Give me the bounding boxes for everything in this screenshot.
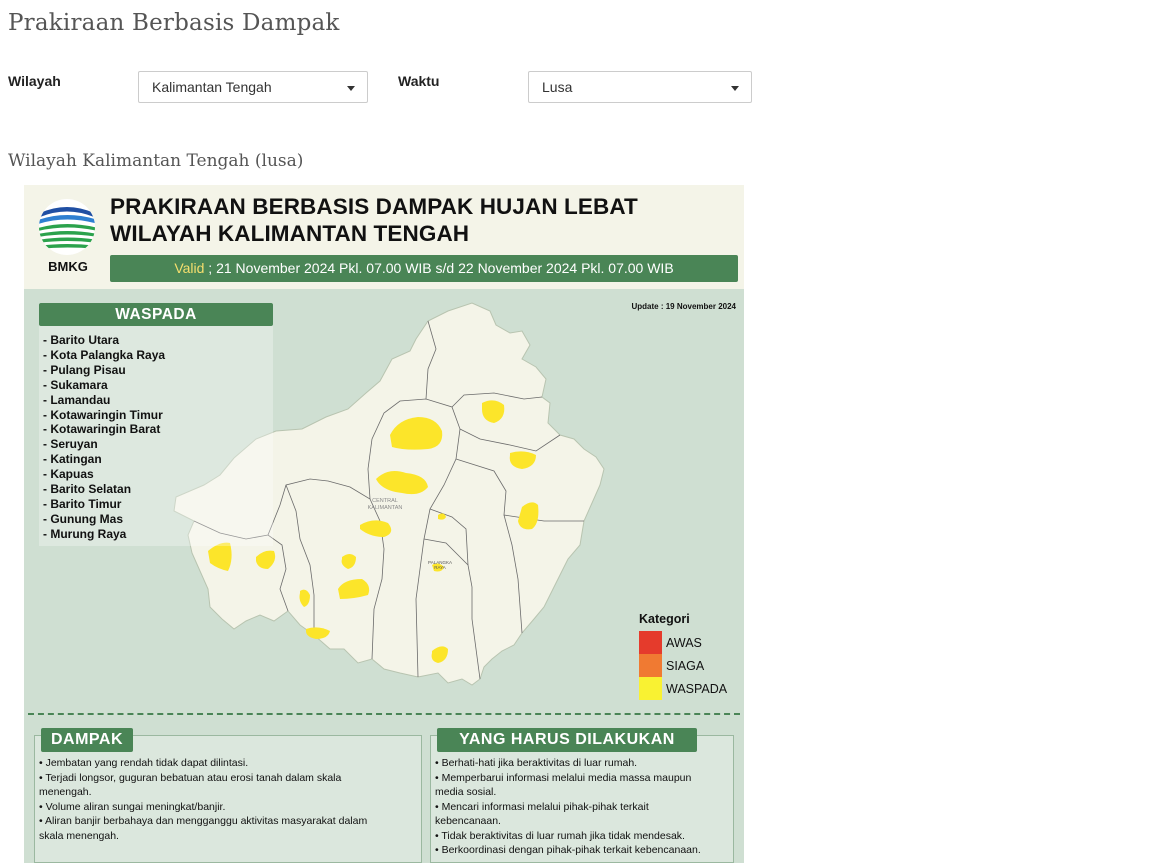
tindakan-panel: YANG HARUS DILAKUKAN • Berhati-hati jika… (430, 728, 734, 863)
waspada-region-list: - Barito Utara - Kota Palangka Raya - Pu… (43, 333, 165, 542)
list-item: • Terjadi longsor, guguran bebatuan atau… (39, 771, 342, 784)
list-item: - Kotawaringin Timur (43, 407, 163, 422)
bmkg-logo: BMKG (38, 199, 98, 275)
list-item: • Jembatan yang rendah tidak dapat dilin… (39, 757, 249, 769)
list-item: - Gunung Mas (43, 511, 123, 526)
bmkg-emblem-icon (39, 199, 95, 255)
legend-title: Kategori (639, 612, 690, 626)
list-item: - Kapuas (43, 467, 94, 482)
list-item: - Kota Palangka Raya (43, 347, 166, 362)
infographic-title: PRAKIRAAN BERBASIS DAMPAK HUJAN LEBAT WI… (110, 193, 638, 247)
map-label-province-1: CENTRAL (372, 498, 398, 504)
infographic-header: BMKG PRAKIRAAN BERBASIS DAMPAK HUJAN LEB… (24, 185, 744, 289)
waspada-panel: WASPADA - Barito Utara - Kota Palangka R… (39, 303, 273, 546)
title-line-1: PRAKIRAAN BERBASIS DAMPAK HUJAN LEBAT (110, 194, 638, 219)
impact-forecast-infographic: BMKG PRAKIRAAN BERBASIS DAMPAK HUJAN LEB… (24, 185, 744, 863)
tindakan-heading: YANG HARUS DILAKUKAN (437, 728, 697, 752)
time-select[interactable]: Lusa (528, 71, 752, 103)
section-divider (28, 713, 740, 715)
time-label: Waktu (398, 73, 440, 89)
list-item: • Tidak beraktivitas di luar rumah jika … (435, 829, 685, 842)
legend-label: SIAGA (666, 658, 705, 673)
list-item: - Barito Utara (43, 333, 120, 347)
list-item: • Berhati-hati jika beraktivitas di luar… (435, 757, 638, 769)
list-item: - Seruyan (43, 437, 98, 452)
time-select-value: Lusa (542, 79, 573, 95)
map-label-province-2: KALIMANTAN (368, 505, 403, 511)
list-item: • Mencari informasi melalui pihak-pihak … (435, 800, 649, 813)
list-item: • Memperbarui informasi melalui media ma… (435, 771, 692, 784)
list-item: • Berkoordinasi dengan pihak-pihak terka… (435, 844, 701, 856)
region-label: Wilayah (8, 73, 61, 89)
map-label-capital-2: RAYA (434, 565, 446, 570)
list-item: - Barito Selatan (43, 482, 132, 497)
list-item: kebencanaan. (435, 815, 501, 827)
tindakan-list: • Berhati-hati jika beraktivitas di luar… (435, 756, 701, 858)
legend-label: AWAS (666, 635, 702, 650)
dampak-list: • Jembatan yang rendah tidak dapat dilin… (39, 756, 367, 843)
update-note: Update : 19 November 2024 (631, 302, 737, 311)
list-item: - Barito Timur (43, 496, 122, 511)
legend-swatch (639, 654, 662, 677)
legend-swatch (639, 631, 662, 654)
logo-text: BMKG (48, 259, 88, 274)
title-line-2: WILAYAH KALIMANTAN TENGAH (110, 221, 470, 246)
validity-bar: Valid ; 21 November 2024 Pkl. 07.00 WIB … (110, 255, 738, 282)
legend-swatch (639, 677, 662, 700)
list-item: media sosial. (435, 786, 497, 798)
caret-down-icon (347, 86, 355, 91)
legend-item-awas: AWAS (639, 631, 727, 654)
page-title: Prakiraan Berbasis Dampak (8, 10, 340, 36)
region-select[interactable]: Kalimantan Tengah (138, 71, 368, 103)
list-item: - Murung Raya (43, 526, 127, 541)
list-item: - Pulang Pisau (43, 362, 126, 377)
region-select-value: Kalimantan Tengah (152, 79, 272, 95)
list-item: - Kotawaringin Barat (43, 422, 161, 437)
list-item: - Katingan (43, 452, 102, 467)
valid-period: ; 21 November 2024 Pkl. 07.00 WIB s/d 22… (204, 260, 674, 276)
list-item: - Lamandau (43, 392, 111, 407)
list-item: - Sukamara (43, 377, 108, 392)
caret-down-icon (731, 86, 739, 91)
legend-item-siaga: SIAGA (639, 654, 727, 677)
list-item: skala menengah. (39, 829, 119, 842)
category-legend: Kategori AWAS SIAGA WASPADA (639, 612, 727, 700)
dampak-heading: DAMPAK (41, 728, 133, 752)
waspada-heading: WASPADA (39, 303, 273, 326)
list-item: • Volume aliran sungai meningkat/banjir. (39, 800, 226, 813)
legend-label: WASPADA (666, 681, 728, 696)
list-item: menengah. (39, 786, 92, 798)
legend-item-waspada: WASPADA (639, 677, 727, 700)
valid-word: Valid (174, 260, 205, 276)
section-subtitle: Wilayah Kalimantan Tengah (lusa) (8, 151, 304, 171)
list-item: • Aliran banjir berbahaya dan mengganggu… (39, 815, 368, 827)
dampak-panel: DAMPAK • Jembatan yang rendah tidak dapa… (34, 728, 422, 863)
